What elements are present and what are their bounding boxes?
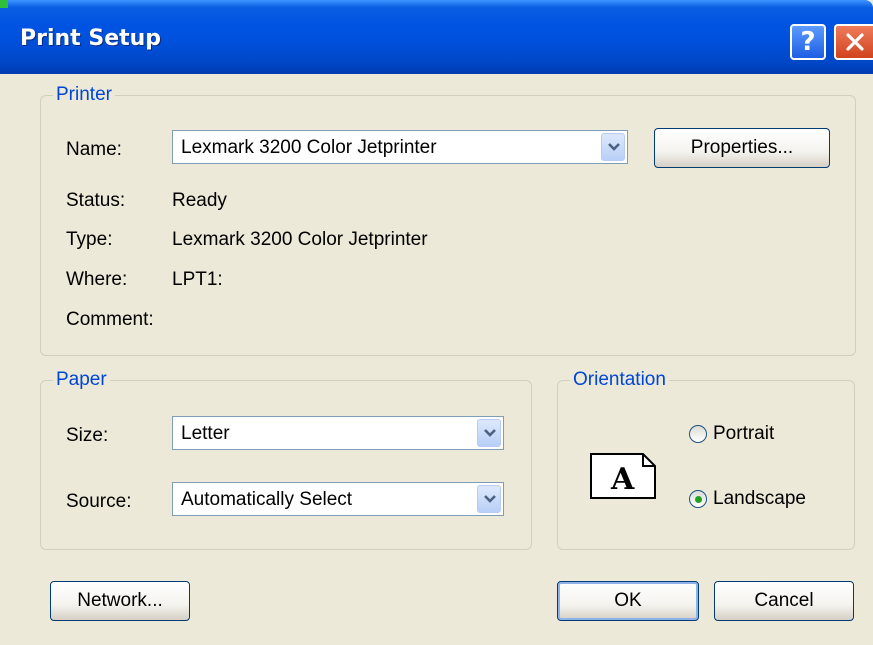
printer-group: Printer	[40, 84, 856, 356]
chevron-down-icon	[484, 495, 496, 503]
title-bar[interactable]: Print Setup ?	[0, 0, 873, 74]
paper-source-select[interactable]: Automatically Select	[172, 482, 504, 516]
page-icon-letter: A	[610, 462, 635, 497]
landscape-label: Landscape	[713, 488, 806, 509]
help-icon: ?	[800, 27, 816, 57]
orientation-group-legend: Orientation	[573, 369, 666, 390]
dialog-title: Print Setup	[20, 26, 162, 51]
paper-size-dropdown-button[interactable]	[477, 419, 501, 447]
printer-group-legend: Printer	[56, 84, 112, 105]
network-button[interactable]: Network...	[50, 581, 190, 621]
print-setup-dialog: Print Setup ? Printer Name: Lexmark 3200…	[0, 0, 873, 645]
paper-size-value: Letter	[181, 423, 230, 444]
cancel-button[interactable]: Cancel	[714, 581, 854, 621]
chevron-down-icon	[608, 143, 620, 151]
comment-label: Comment:	[66, 309, 154, 330]
type-value: Lexmark 3200 Color Jetprinter	[172, 229, 428, 250]
where-label: Where:	[66, 269, 128, 290]
close-icon	[846, 33, 864, 51]
landscape-radio-option[interactable]: Landscape	[689, 488, 806, 510]
portrait-label: Portrait	[713, 423, 775, 444]
printer-name-label: Name:	[66, 139, 122, 160]
paper-size-select[interactable]: Letter	[172, 416, 504, 450]
type-label: Type:	[66, 229, 113, 250]
paper-group-legend: Paper	[56, 369, 107, 390]
status-label: Status:	[66, 190, 126, 211]
printer-name-value: Lexmark 3200 Color Jetprinter	[181, 137, 437, 158]
landscape-radio[interactable]	[689, 490, 707, 508]
paper-group: Paper	[40, 369, 532, 550]
paper-size-label: Size:	[66, 425, 109, 446]
close-button[interactable]	[834, 24, 873, 60]
help-button[interactable]: ?	[790, 24, 826, 60]
chevron-down-icon	[484, 429, 496, 437]
status-value: Ready	[172, 190, 227, 211]
portrait-radio-option[interactable]: Portrait	[689, 423, 774, 445]
where-value: LPT1:	[172, 269, 223, 290]
paper-source-label: Source:	[66, 491, 132, 512]
paper-source-dropdown-button[interactable]	[477, 485, 501, 513]
portrait-radio[interactable]	[689, 425, 707, 443]
printer-name-dropdown-button[interactable]	[601, 133, 625, 161]
printer-name-select[interactable]: Lexmark 3200 Color Jetprinter	[172, 130, 628, 164]
paper-source-value: Automatically Select	[181, 489, 353, 510]
properties-button[interactable]: Properties...	[654, 128, 830, 168]
ok-button[interactable]: OK	[557, 581, 699, 621]
landscape-page-icon: A	[590, 453, 656, 499]
